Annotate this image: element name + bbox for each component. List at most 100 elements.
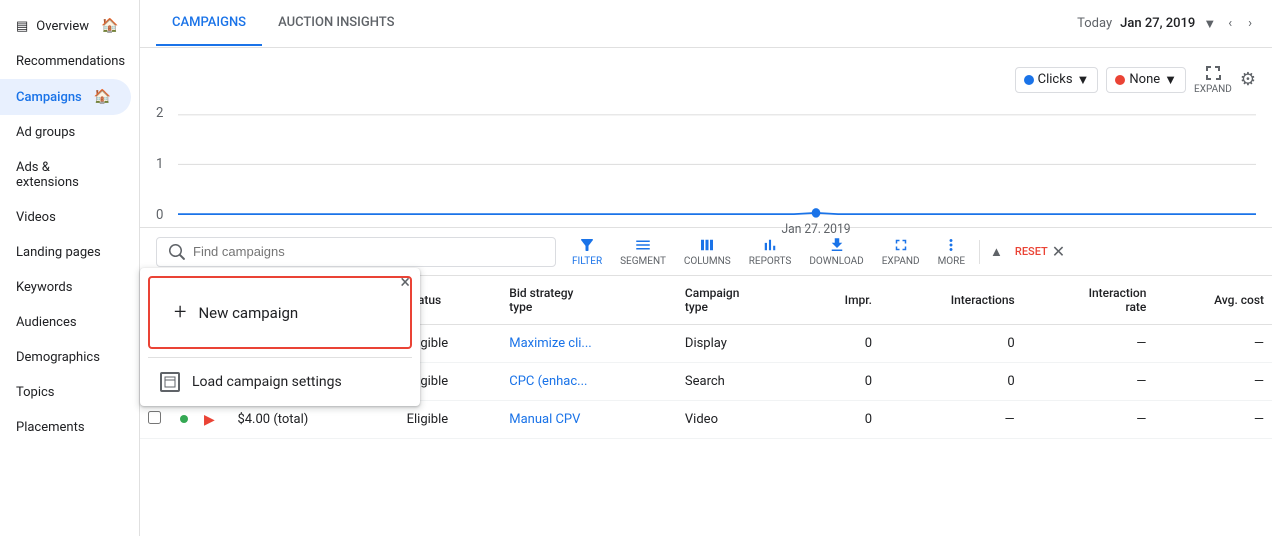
- bid-strategy-link[interactable]: CPC (enhac...: [509, 374, 587, 389]
- load-campaign-settings-button[interactable]: Load campaign settings: [140, 358, 420, 406]
- sidebar-item-landing-pages[interactable]: Landing pages: [0, 235, 131, 270]
- dropdown-menu: × + New campaign Load campaign settings: [140, 268, 420, 406]
- filter-button[interactable]: FILTER: [564, 232, 610, 271]
- sidebar-item-ads-extensions[interactable]: Ads & extensions: [0, 150, 131, 200]
- chart-y-label-0: 0: [156, 206, 163, 223]
- plus-icon: +: [174, 300, 186, 325]
- cell-campaign-type: Display: [677, 325, 803, 363]
- sidebar-item-label: Campaigns: [16, 90, 82, 105]
- search-icon: [169, 244, 185, 260]
- columns-button[interactable]: COLUMNS: [676, 232, 739, 271]
- metric-secondary-label: None: [1129, 72, 1160, 87]
- sidebar-item-label: Keywords: [16, 280, 72, 295]
- cell-impr: 0: [803, 325, 880, 363]
- sidebar-item-label: Audiences: [16, 315, 77, 330]
- cell-campaign-type: Video: [677, 401, 803, 439]
- sidebar-item-audiences[interactable]: Audiences: [0, 305, 131, 340]
- sidebar-item-label: Landing pages: [16, 245, 101, 260]
- sidebar-item-label: Recommendations: [16, 54, 125, 69]
- cell-interactions: —: [880, 401, 1023, 439]
- cell-bid-strategy[interactable]: Maximize cli...: [501, 325, 677, 363]
- more-button[interactable]: MORE: [930, 232, 973, 271]
- expand-table-button[interactable]: EXPAND: [874, 232, 928, 271]
- segment-button[interactable]: SEGMENT: [612, 232, 674, 271]
- reset-close-icon[interactable]: ✕: [1052, 242, 1065, 261]
- sidebar: ▤ Overview 🏠 Recommendations Campaigns 🏠…: [0, 0, 140, 536]
- new-campaign-button[interactable]: + New campaign: [158, 286, 402, 339]
- col-interaction-rate[interactable]: Interaction rate: [1023, 276, 1155, 325]
- filter-label: FILTER: [572, 256, 602, 267]
- sidebar-item-label: Ads & extensions: [16, 160, 115, 190]
- metric-secondary-badge[interactable]: None ▼: [1106, 67, 1186, 93]
- collapse-button[interactable]: ▲: [986, 240, 1007, 264]
- columns-icon: [698, 236, 716, 254]
- sidebar-item-demographics[interactable]: Demographics: [0, 340, 131, 375]
- search-input[interactable]: [193, 244, 543, 259]
- load-icon: [160, 372, 180, 392]
- overview-icon: ▤: [16, 19, 28, 34]
- chart-x-label: Jan 27, 2019: [781, 222, 850, 233]
- col-bid-strategy[interactable]: Bid strategy type: [501, 276, 677, 325]
- cell-bid-strategy[interactable]: Manual CPV: [501, 401, 677, 439]
- chart-y-label-1: 1: [156, 156, 163, 173]
- chart-y-label-2: 2: [156, 105, 164, 122]
- sidebar-item-topics[interactable]: Topics: [0, 375, 131, 410]
- row-checkbox[interactable]: [148, 411, 161, 424]
- tab-campaigns[interactable]: CAMPAIGNS: [156, 1, 262, 46]
- col-impr[interactable]: Impr.: [803, 276, 880, 325]
- reports-label: REPORTS: [749, 256, 792, 267]
- reports-button[interactable]: REPORTS: [741, 232, 800, 271]
- sidebar-item-overview[interactable]: ▤ Overview 🏠: [0, 8, 131, 44]
- metric-primary-badge[interactable]: Clicks ▼: [1015, 67, 1099, 93]
- sidebar-item-campaigns[interactable]: Campaigns 🏠: [0, 79, 131, 115]
- bid-strategy-link[interactable]: Maximize cli...: [509, 336, 591, 351]
- metric-secondary-dot: [1115, 75, 1125, 85]
- date-value[interactable]: Jan 27, 2019: [1120, 16, 1195, 31]
- filter-icon: [578, 236, 596, 254]
- sidebar-item-keywords[interactable]: Keywords: [0, 270, 131, 305]
- status-dot: [180, 415, 188, 423]
- sidebar-item-videos[interactable]: Videos: [0, 200, 131, 235]
- sidebar-item-label: Videos: [16, 210, 56, 225]
- segment-icon: [634, 236, 652, 254]
- metric-primary-label: Clicks: [1038, 72, 1073, 87]
- tab-auction-insights[interactable]: AUCTION INSIGHTS: [262, 1, 410, 46]
- sidebar-item-label: Overview: [36, 19, 89, 34]
- toolbar-actions: FILTER SEGMENT COLUMNS REPORTS DOWNLOAD: [564, 232, 1007, 271]
- date-prev-button[interactable]: ‹: [1224, 12, 1236, 35]
- cell-bid-strategy[interactable]: CPC (enhac...: [501, 363, 677, 401]
- date-next-button[interactable]: ›: [1244, 12, 1256, 35]
- chart-controls: Clicks ▼ None ▼ EXPAND ⚙: [156, 56, 1256, 103]
- columns-label: COLUMNS: [684, 256, 731, 267]
- campaign-type-icon-video: ▶: [204, 412, 215, 428]
- cell-budget: $4.00 (total): [229, 401, 398, 439]
- sidebar-item-recommendations[interactable]: Recommendations: [0, 44, 131, 79]
- sidebar-item-placements[interactable]: Placements: [0, 410, 131, 445]
- bid-strategy-link[interactable]: Manual CPV: [509, 412, 580, 427]
- col-campaign-type[interactable]: Campaign type: [677, 276, 803, 325]
- more-label: MORE: [938, 256, 965, 267]
- expand-table-icon: [892, 236, 910, 254]
- search-box[interactable]: [156, 237, 556, 267]
- col-avg-cost[interactable]: Avg. cost: [1154, 276, 1272, 325]
- expand-icon: [1204, 64, 1222, 82]
- download-icon: [828, 236, 846, 254]
- download-button[interactable]: DOWNLOAD: [801, 232, 871, 271]
- download-label: DOWNLOAD: [809, 256, 863, 267]
- date-label: Today: [1077, 16, 1112, 31]
- chart-expand-button[interactable]: EXPAND: [1194, 64, 1232, 95]
- metric-secondary-chevron: ▼: [1164, 72, 1177, 88]
- new-campaign-label: New campaign: [198, 304, 298, 322]
- load-settings-icon: [164, 376, 176, 388]
- date-dropdown-icon[interactable]: ▼: [1203, 16, 1216, 32]
- dropdown-overlay: × + New campaign Load campaign settings: [140, 268, 420, 406]
- chart-layout-button[interactable]: ⚙: [1240, 69, 1256, 90]
- toolbar-separator: [979, 240, 980, 264]
- more-icon: [942, 236, 960, 254]
- cell-interaction-rate: —: [1023, 363, 1155, 401]
- cell-interaction-rate: —: [1023, 401, 1155, 439]
- reset-button[interactable]: RESET: [1015, 245, 1048, 258]
- dropdown-close-button[interactable]: ×: [400, 274, 410, 292]
- col-interactions[interactable]: Interactions: [880, 276, 1023, 325]
- sidebar-item-adgroups[interactable]: Ad groups: [0, 115, 131, 150]
